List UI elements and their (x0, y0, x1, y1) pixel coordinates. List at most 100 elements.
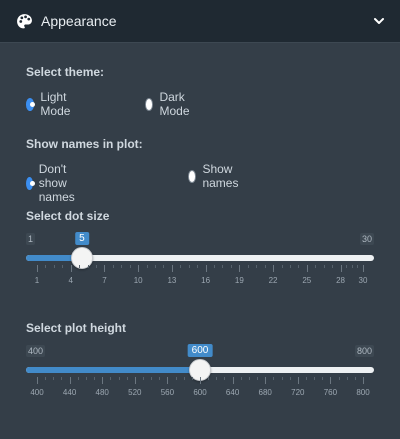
slider-minor-tick (323, 265, 325, 268)
slider-tick-mark (306, 265, 308, 272)
slider-tick-mark (239, 265, 241, 272)
slider-tick-mark (205, 265, 207, 272)
slider-minor-tick (354, 377, 356, 380)
slider-tick-mark (37, 377, 38, 384)
slider-minor-tick (298, 265, 300, 268)
slider-minor-tick (155, 265, 157, 268)
slider-tick-mark (134, 377, 136, 384)
slider-minor-tick (151, 377, 153, 380)
slider-minor-tick (87, 265, 89, 268)
slider-tick-mark (171, 265, 173, 272)
slider-minor-tick (230, 265, 232, 268)
slider-minor-tick (216, 377, 218, 380)
slider-minor-tick (224, 377, 226, 380)
slider-minor-tick (214, 265, 216, 268)
slider-minor-tick (357, 265, 359, 268)
slider-minor-tick (53, 265, 55, 268)
slider-minor-tick (281, 265, 283, 268)
slider-tick-label: 720 (291, 388, 305, 397)
slider-tick-mark (363, 265, 364, 272)
slider-tick-label: 520 (128, 388, 142, 397)
slider-max-label: 800 (354, 345, 374, 357)
slider-tick-label: 4 (68, 276, 73, 285)
slider-fill (26, 367, 200, 373)
slider-minor-tick (338, 377, 340, 380)
slider-tick-mark (69, 377, 71, 384)
names-option-hide[interactable]: Don't show names (26, 162, 81, 204)
slider-minor-tick (121, 265, 123, 268)
names-option-hide-label: Don't show names (38, 162, 75, 204)
slider-minor-tick (129, 265, 131, 268)
slider-tick-label: 400 (30, 388, 44, 397)
slider-minor-tick (79, 265, 81, 268)
slider-ticks: 1 4 7 10 13 16 19 22 25 28 30 (26, 265, 374, 285)
radio-checked-icon[interactable] (26, 176, 35, 190)
slider-tick-mark (232, 377, 234, 384)
slider-min-label: 400 (26, 345, 46, 357)
dot-size-label: Select dot size (26, 209, 110, 223)
slider-minor-tick (208, 377, 210, 380)
slider-minor-tick (197, 265, 199, 268)
slider-tick-label: 560 (160, 388, 175, 397)
slider-minor-tick (146, 265, 148, 268)
slider-minor-tick (180, 265, 182, 268)
panel-title: Appearance (41, 13, 117, 29)
slider-minor-tick (126, 377, 128, 380)
slider-minor-tick (159, 377, 161, 380)
slider-minor-tick (346, 377, 348, 380)
slider-minor-tick (273, 377, 275, 380)
slider-tick-mark (363, 377, 364, 384)
slider-tick-label: 640 (225, 388, 240, 397)
slider-tick-mark (200, 377, 201, 384)
slider-minor-tick (264, 265, 266, 268)
slider-tick-mark (70, 265, 72, 272)
slider-tick-mark (265, 377, 267, 384)
palette-icon (17, 14, 32, 29)
radio-checked-icon[interactable] (26, 97, 36, 111)
slider-minor-tick (240, 377, 242, 380)
chevron-down-icon[interactable] (373, 15, 385, 27)
slider-minor-tick (62, 265, 64, 268)
slider-tick-label: 30 (358, 276, 368, 285)
slider-minor-tick (222, 265, 224, 268)
slider-value-bubble: 600 (187, 344, 213, 357)
slider-tick-mark (138, 265, 140, 272)
slider-tick-label: 13 (167, 276, 177, 285)
slider-tick-label: 1 (34, 276, 40, 285)
slider-tick-label: 600 (193, 388, 207, 397)
slider-minor-tick (183, 377, 185, 380)
theme-option-dark[interactable]: Dark Mode (145, 90, 194, 118)
slider-tick-label: 22 (268, 276, 278, 285)
slider-tick-label: 800 (356, 388, 370, 397)
theme-label: Select theme: (26, 65, 105, 79)
slider-minor-tick (289, 377, 291, 380)
slider-max-label: 30 (359, 233, 374, 245)
names-option-show-label: Show names (202, 162, 239, 190)
panel-header[interactable]: Appearance (0, 0, 400, 43)
radio-unchecked-icon[interactable] (145, 97, 154, 111)
slider-minor-tick (96, 265, 98, 268)
slider-tick-label: 19 (234, 276, 244, 285)
slider-minor-tick (53, 377, 55, 380)
slider-ticks: 400 440 480 520 560 600 640 680 720 760 800 (26, 377, 374, 397)
slider-minor-tick (77, 377, 79, 380)
slider-tick-mark (273, 265, 275, 272)
slider-minor-tick (314, 377, 316, 380)
panel-content: Select theme: Light Mode Dark Mode Show … (0, 43, 400, 439)
slider-minor-tick (61, 377, 63, 380)
names-option-show[interactable]: Show names (188, 162, 243, 190)
slider-tick-label: 680 (258, 388, 272, 397)
radio-unchecked-icon[interactable] (188, 169, 197, 183)
slider-tick-mark (37, 265, 38, 272)
plot-height-label: Select plot height (26, 321, 127, 335)
slider-minor-tick (175, 377, 177, 380)
slider-minor-tick (247, 265, 249, 268)
slider-minor-tick (191, 377, 193, 380)
slider-minor-tick (257, 377, 259, 380)
theme-option-light[interactable]: Light Mode (26, 90, 75, 118)
slider-tick-label: 760 (323, 388, 338, 397)
slider-minor-tick (351, 265, 353, 268)
slider-tick-mark (330, 377, 332, 384)
slider-tick-label: 10 (133, 276, 143, 285)
slider-minor-tick (45, 377, 47, 380)
